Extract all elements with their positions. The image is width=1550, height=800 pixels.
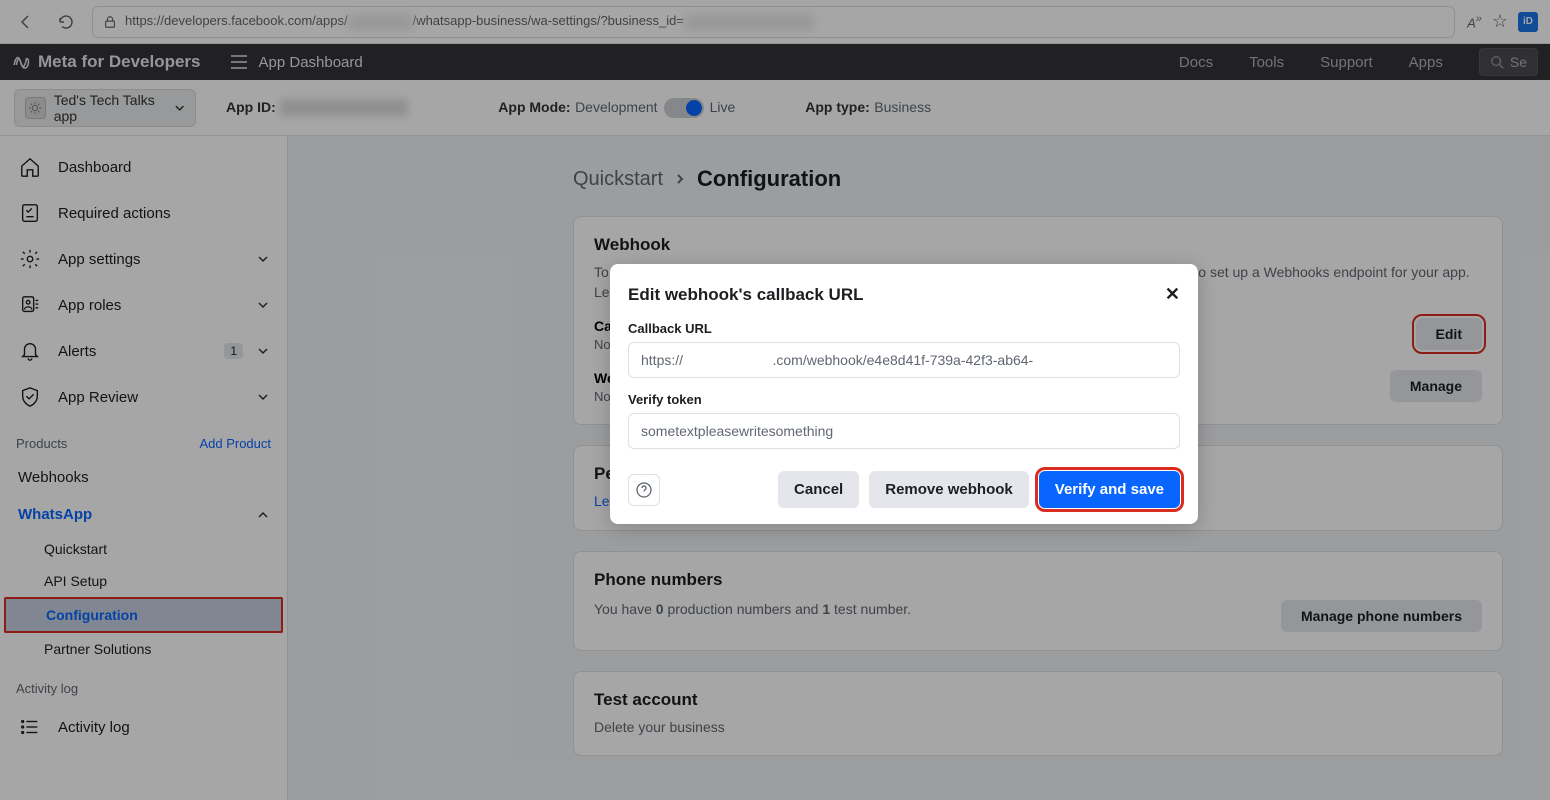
edit-webhook-modal: Edit webhook's callback URL ✕ Callback U… (610, 264, 1198, 524)
verify-and-save-button[interactable]: Verify and save (1039, 471, 1180, 508)
verify-token-input[interactable] (628, 413, 1180, 449)
verify-token-label: Verify token (628, 392, 1180, 407)
modal-title: Edit webhook's callback URL (628, 285, 864, 305)
callback-url-input[interactable] (628, 342, 1180, 378)
callback-url-label: Callback URL (628, 321, 1180, 336)
cancel-button[interactable]: Cancel (778, 471, 859, 508)
remove-webhook-button[interactable]: Remove webhook (869, 471, 1029, 508)
close-modal-button[interactable]: ✕ (1165, 284, 1180, 305)
help-button[interactable] (628, 474, 660, 506)
